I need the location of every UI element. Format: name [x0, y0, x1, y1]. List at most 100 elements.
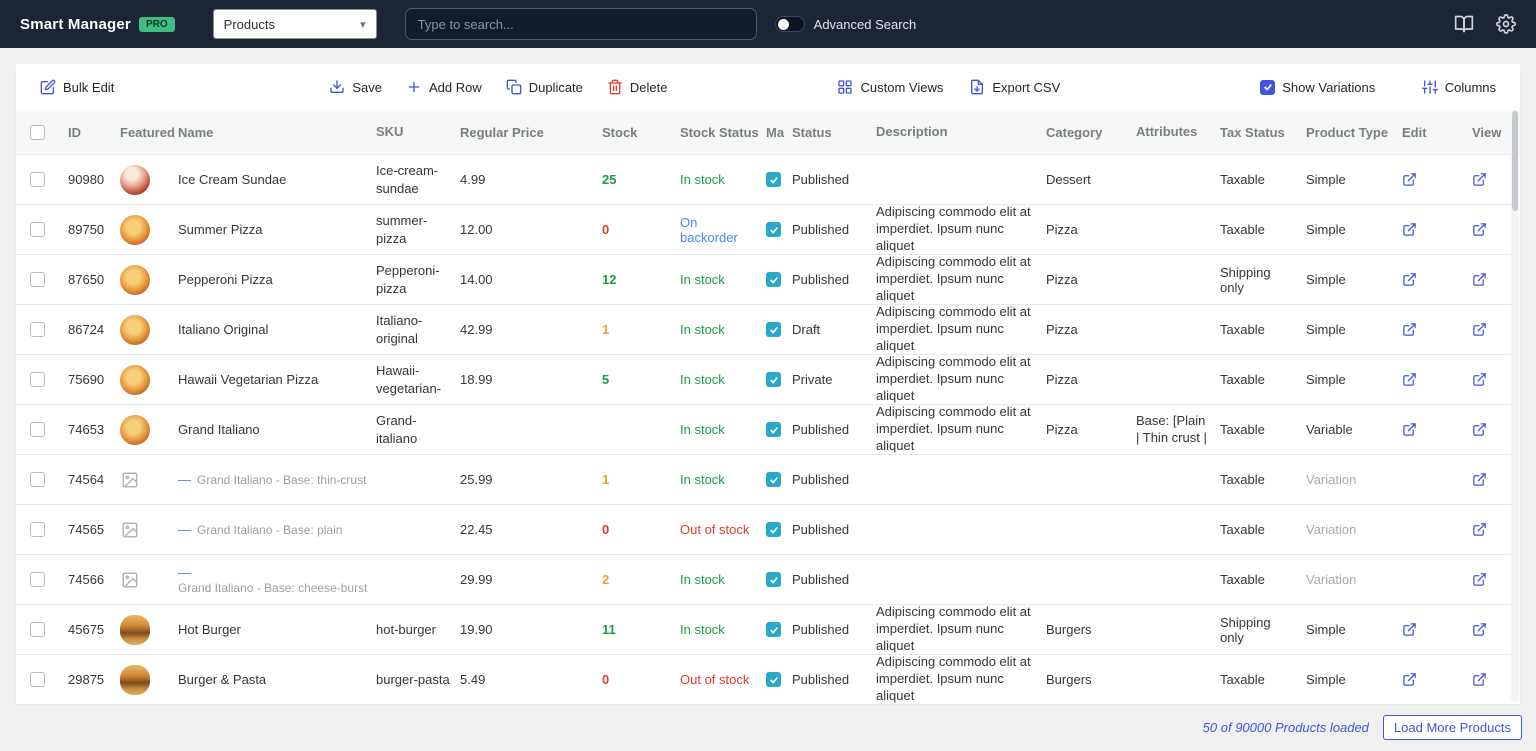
cell-product-type[interactable]: Variation — [1306, 522, 1402, 537]
search-input[interactable] — [404, 8, 757, 40]
view-external-link-icon[interactable] — [1472, 422, 1512, 437]
manage-stock-checkbox[interactable] — [766, 322, 781, 337]
row-checkbox[interactable] — [30, 572, 45, 587]
advanced-search-toggle[interactable] — [774, 16, 805, 32]
cell-id[interactable]: 74653 — [68, 422, 120, 437]
cell-id[interactable]: 90980 — [68, 172, 120, 187]
cell-name[interactable]: — Grand Italiano - Base: thin-crust — [178, 472, 376, 487]
scrollbar-thumb[interactable] — [1512, 111, 1518, 211]
cell-stock[interactable]: 0 — [602, 672, 680, 687]
cell-status[interactable]: Draft — [792, 322, 876, 337]
cell-tax-status[interactable]: Shipping only — [1220, 615, 1306, 645]
view-external-link-icon[interactable] — [1472, 172, 1512, 187]
view-external-link-icon[interactable] — [1472, 572, 1512, 587]
row-checkbox[interactable] — [30, 172, 45, 187]
cell-regular-price[interactable]: 19.90 — [460, 622, 602, 637]
view-external-link-icon[interactable] — [1472, 372, 1512, 387]
cell-stock-status[interactable]: In stock — [680, 572, 766, 587]
cell-id[interactable]: 29875 — [68, 672, 120, 687]
manage-stock-checkbox[interactable] — [766, 172, 781, 187]
cell-name[interactable]: —Pepperoni Pizza — [178, 272, 376, 287]
cell-stock-status[interactable]: Out of stock — [680, 672, 766, 687]
cell-description[interactable]: Adipiscing commodo elit at imperdiet. Ip… — [876, 204, 1046, 255]
cell-featured[interactable] — [120, 214, 178, 245]
cell-regular-price[interactable]: 12.00 — [460, 222, 602, 237]
edit-external-link-icon[interactable] — [1402, 372, 1464, 387]
view-external-link-icon[interactable] — [1472, 272, 1512, 287]
cell-regular-price[interactable]: 14.00 — [460, 272, 602, 287]
row-checkbox[interactable] — [30, 422, 45, 437]
bulk-edit-button[interactable]: Bulk Edit — [40, 79, 114, 95]
cell-id[interactable]: 89750 — [68, 222, 120, 237]
cell-tax-status[interactable]: Taxable — [1220, 522, 1306, 537]
view-external-link-icon[interactable] — [1472, 672, 1512, 687]
cell-product-type[interactable]: Simple — [1306, 322, 1402, 337]
cell-stock[interactable]: 1 — [602, 472, 680, 487]
cell-sku[interactable]: burger-pasta — [376, 671, 460, 689]
columns-button[interactable]: Columns — [1421, 79, 1496, 95]
cell-stock-status[interactable]: In stock — [680, 622, 766, 637]
cell-featured[interactable] — [120, 264, 178, 295]
cell-status[interactable]: Published — [792, 172, 876, 187]
cell-status[interactable]: Published — [792, 272, 876, 287]
cell-featured[interactable] — [120, 614, 178, 645]
header-description[interactable]: Description — [876, 124, 1046, 141]
cell-product-type[interactable]: Simple — [1306, 272, 1402, 287]
cell-stock[interactable]: 25 — [602, 172, 680, 187]
cell-stock[interactable]: 1 — [602, 322, 680, 337]
cell-id[interactable]: 74564 — [68, 472, 120, 487]
cell-regular-price[interactable]: 5.49 — [460, 672, 602, 687]
duplicate-button[interactable]: Duplicate — [506, 79, 583, 95]
edit-external-link-icon[interactable] — [1402, 322, 1464, 337]
header-status[interactable]: Status — [792, 125, 876, 140]
header-product-type[interactable]: Product Type — [1306, 125, 1402, 140]
cell-attributes[interactable]: Base: [Plain | Thin crust | — [1136, 413, 1220, 447]
cell-stock-status[interactable]: In stock — [680, 172, 766, 187]
cell-id[interactable]: 75690 — [68, 372, 120, 387]
cell-category[interactable]: Pizza — [1046, 422, 1136, 437]
cell-category[interactable]: Dessert — [1046, 172, 1136, 187]
export-csv-button[interactable]: Export CSV — [969, 79, 1060, 95]
cell-sku[interactable]: Grand-italiano — [376, 412, 460, 447]
row-checkbox[interactable] — [30, 472, 45, 487]
cell-status[interactable]: Published — [792, 522, 876, 537]
cell-featured[interactable] — [120, 364, 178, 395]
custom-views-button[interactable]: Custom Views — [837, 79, 943, 95]
cell-tax-status[interactable]: Taxable — [1220, 172, 1306, 187]
header-stock[interactable]: Stock — [602, 125, 680, 140]
manage-stock-checkbox[interactable] — [766, 222, 781, 237]
cell-featured[interactable] — [120, 164, 178, 195]
cell-stock-status[interactable]: Out of stock — [680, 522, 766, 537]
row-checkbox[interactable] — [30, 272, 45, 287]
cell-stock-status[interactable]: In stock — [680, 422, 766, 437]
cell-tax-status[interactable]: Taxable — [1220, 422, 1306, 437]
cell-id[interactable]: 74566 — [68, 572, 120, 587]
cell-regular-price[interactable]: 18.99 — [460, 372, 602, 387]
cell-tax-status[interactable]: Taxable — [1220, 672, 1306, 687]
cell-id[interactable]: 74565 — [68, 522, 120, 537]
header-id[interactable]: ID — [68, 125, 120, 140]
cell-description[interactable]: Adipiscing commodo elit at imperdiet. Ip… — [876, 404, 1046, 455]
cell-description[interactable]: Adipiscing commodo elit at imperdiet. Ip… — [876, 354, 1046, 405]
edit-external-link-icon[interactable] — [1402, 172, 1464, 187]
cell-status[interactable]: Published — [792, 472, 876, 487]
cell-featured[interactable] — [120, 570, 178, 590]
save-button[interactable]: Save — [329, 79, 382, 95]
docs-book-icon[interactable] — [1454, 14, 1474, 34]
cell-description[interactable]: Adipiscing commodo elit at imperdiet. Ip… — [876, 304, 1046, 355]
manage-stock-checkbox[interactable] — [766, 672, 781, 687]
cell-category[interactable]: Pizza — [1046, 222, 1136, 237]
manage-stock-checkbox[interactable] — [766, 422, 781, 437]
cell-stock[interactable]: 5 — [602, 372, 680, 387]
edit-external-link-icon[interactable] — [1402, 672, 1464, 687]
show-variations-checkbox[interactable]: Show Variations — [1260, 79, 1375, 95]
cell-sku[interactable]: Pepperoni-pizza — [376, 262, 460, 297]
cell-product-type[interactable]: Variation — [1306, 472, 1402, 487]
cell-status[interactable]: Published — [792, 222, 876, 237]
cell-name[interactable]: —Ice Cream Sundae — [178, 172, 376, 187]
cell-name[interactable]: —Grand Italiano - Base: cheese-burst — [178, 565, 376, 595]
cell-id[interactable]: 87650 — [68, 272, 120, 287]
manage-stock-checkbox[interactable] — [766, 372, 781, 387]
manage-stock-checkbox[interactable] — [766, 522, 781, 537]
cell-sku[interactable]: Hawaii-vegetarian- — [376, 362, 460, 397]
